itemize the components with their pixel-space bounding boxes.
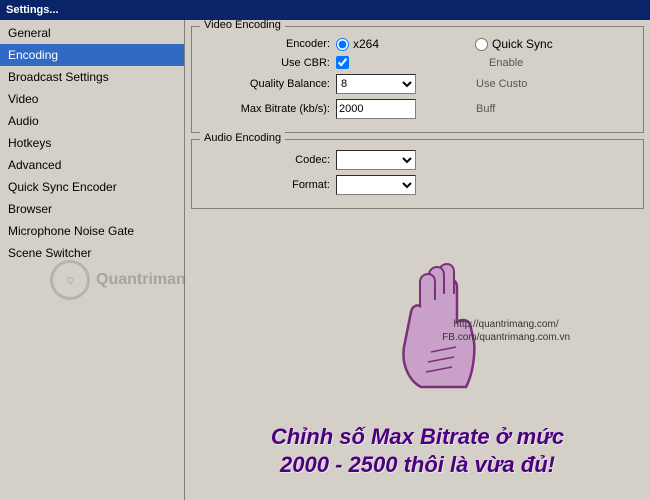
watermark-circle: Q xyxy=(50,260,90,300)
hand-icon xyxy=(376,257,516,417)
quality-balance-row: Quality Balance: 8 Use Custo xyxy=(200,74,635,94)
audio-encoding-group: Audio Encoding Codec: Format: xyxy=(191,139,644,209)
quicksync-option[interactable]: Quick Sync xyxy=(475,37,553,51)
use-cbr-checkbox[interactable] xyxy=(336,56,349,69)
sidebar-item-encoding[interactable]: Encoding xyxy=(0,44,184,66)
title-bar: Settings... xyxy=(0,0,650,20)
codec-row: Codec: xyxy=(200,150,635,170)
x264-radio[interactable] xyxy=(336,38,349,51)
vietnamese-text: Chỉnh số Max Bitrate ở mức 2000 - 2500 t… xyxy=(258,423,578,480)
use-cbr-row: Use CBR: Enable xyxy=(200,56,635,69)
hand-cursor-overlay xyxy=(376,257,516,420)
buff-label: Buff xyxy=(476,103,495,115)
audio-encoding-title: Audio Encoding xyxy=(200,132,285,144)
sidebar: General Encoding Broadcast Settings Vide… xyxy=(0,20,185,500)
sidebar-item-audio[interactable]: Audio xyxy=(0,110,184,132)
codec-label: Codec: xyxy=(200,154,330,166)
sidebar-item-advanced[interactable]: Advanced xyxy=(0,154,184,176)
codec-select[interactable] xyxy=(336,150,416,170)
vietnamese-text-overlay: Chỉnh số Max Bitrate ở mức 2000 - 2500 t… xyxy=(258,423,578,480)
x264-label: x264 xyxy=(353,37,379,51)
encoder-radio-group: x264 Quick Sync xyxy=(336,37,635,51)
main-container: General Encoding Broadcast Settings Vide… xyxy=(0,20,650,500)
sidebar-item-browser[interactable]: Browser xyxy=(0,198,184,220)
title-text: Settings... xyxy=(6,4,59,16)
sidebar-item-broadcast-settings[interactable]: Broadcast Settings xyxy=(0,66,184,88)
video-encoding-title: Video Encoding xyxy=(200,20,285,31)
quicksync-label: Quick Sync xyxy=(492,37,553,51)
sidebar-item-general[interactable]: General xyxy=(0,22,184,44)
quality-balance-label: Quality Balance: xyxy=(200,78,330,90)
url-container: http://quantrimang.com/ FB.com/quantrima… xyxy=(442,319,570,345)
format-row: Format: xyxy=(200,175,635,195)
use-custom-label: Use Custo xyxy=(476,78,527,90)
quality-balance-select[interactable]: 8 xyxy=(336,74,416,94)
use-cbr-label: Use CBR: xyxy=(200,57,330,69)
format-select[interactable] xyxy=(336,175,416,195)
content-area: Video Encoding Encoder: x264 Quick Sync xyxy=(185,20,650,500)
encoder-label: Encoder: xyxy=(200,38,330,50)
url-text: http://quantrimang.com/ xyxy=(442,319,570,330)
watermark: Q Quantrimang xyxy=(50,260,196,300)
fb-text: FB.com/quantrimang.com.vn xyxy=(442,332,570,343)
sidebar-item-video[interactable]: Video xyxy=(0,88,184,110)
max-bitrate-label: Max Bitrate (kb/s): xyxy=(200,103,330,115)
format-label: Format: xyxy=(200,179,330,191)
sidebar-item-hotkeys[interactable]: Hotkeys xyxy=(0,132,184,154)
video-encoding-group: Video Encoding Encoder: x264 Quick Sync xyxy=(191,26,644,133)
quicksync-radio[interactable] xyxy=(475,38,488,51)
sidebar-item-microphone-noise-gate[interactable]: Microphone Noise Gate xyxy=(0,220,184,242)
x264-option[interactable]: x264 xyxy=(336,37,379,51)
encoder-row: Encoder: x264 Quick Sync xyxy=(200,37,635,51)
watermark-text: Quantrimang xyxy=(96,271,196,289)
max-bitrate-row: Max Bitrate (kb/s): 2000 Buff xyxy=(200,99,635,119)
sidebar-item-quick-sync-encoder[interactable]: Quick Sync Encoder xyxy=(0,176,184,198)
max-bitrate-input[interactable]: 2000 xyxy=(336,99,416,119)
enable-label: Enable xyxy=(489,57,523,69)
